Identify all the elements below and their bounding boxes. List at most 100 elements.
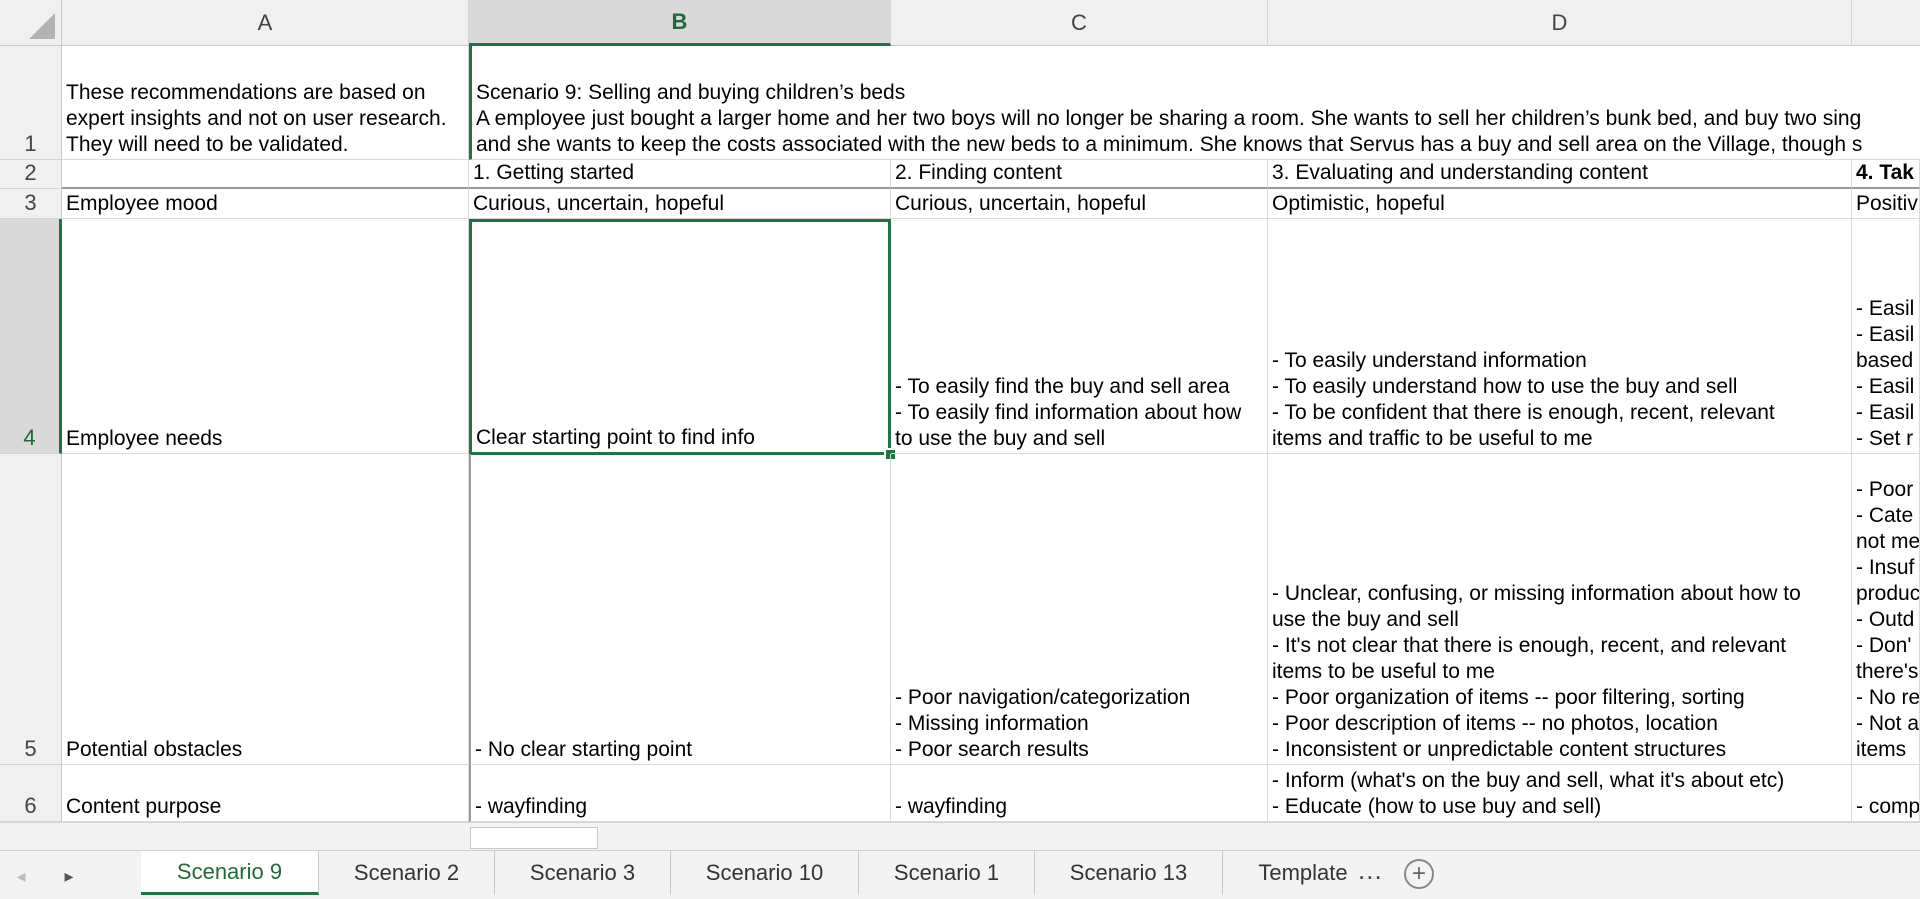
tab-scenario-13[interactable]: Scenario 13	[1035, 851, 1223, 895]
cell-text: - comp	[1856, 795, 1920, 818]
cell-line: - Missing information	[895, 712, 1089, 735]
cell-a5[interactable]: Potential obstacles	[62, 454, 469, 765]
cell-line: items to be useful to me	[1272, 660, 1495, 683]
column-header-c[interactable]: C	[891, 0, 1268, 46]
select-all-corner[interactable]	[0, 0, 62, 46]
cell-e5[interactable]: - Poor - Cate not me - Insuf produc - Ou…	[1852, 454, 1920, 765]
horizontal-scrollbar[interactable]	[0, 822, 1920, 851]
cell-line: - No re	[1856, 686, 1920, 709]
tab-scenario-1[interactable]: Scenario 1	[859, 851, 1035, 895]
sheet-tab-bar: ◂ ▸ Scenario 9 Scenario 2 Scenario 3 Sce…	[0, 850, 1920, 899]
cell-c6[interactable]: - wayfinding	[891, 765, 1268, 822]
cell-line: They will need to be validated.	[66, 133, 349, 156]
tab-scenario-3[interactable]: Scenario 3	[495, 851, 671, 895]
cell-d4[interactable]: - To easily understand information - To …	[1268, 219, 1852, 454]
cell-line: - It's not clear that there is enough, r…	[1272, 634, 1787, 657]
cell-line: - Poor	[1856, 478, 1914, 501]
tab-scenario-9[interactable]: Scenario 9	[141, 851, 319, 895]
cell-line: - To easily find the buy and sell area	[895, 375, 1230, 398]
cell-d5[interactable]: - Unclear, confusing, or missing informa…	[1268, 454, 1852, 765]
cell-c5[interactable]: - Poor navigation/categorization - Missi…	[891, 454, 1268, 765]
cell-line: - Poor search results	[895, 738, 1089, 761]
cell-text: Curious, uncertain, hopeful	[473, 192, 724, 215]
row-header-4[interactable]: 4	[0, 219, 62, 454]
prev-sheet-icon[interactable]: ◂	[6, 861, 36, 891]
scrollbar-thumb[interactable]	[470, 827, 598, 849]
cell-text: - wayfinding	[895, 795, 1008, 818]
cell-line: there's	[1856, 660, 1919, 683]
cell-line: based	[1856, 349, 1914, 372]
cell-line: not me	[1856, 530, 1920, 553]
more-sheets-icon[interactable]: ...	[1358, 855, 1383, 886]
cell-line: and she wants to keep the costs associat…	[476, 133, 1863, 156]
cell-line: A employee just bought a larger home and…	[476, 107, 1862, 130]
cell-e3[interactable]: Positiv	[1852, 189, 1920, 219]
cell-text: 2. Finding content	[895, 161, 1062, 184]
cell-b4-selected[interactable]: Clear starting point to find info	[469, 219, 891, 455]
cell-b2[interactable]: 1. Getting started	[469, 160, 891, 189]
cell-line: - To easily find information about how	[895, 401, 1242, 424]
cell-line: - Easil	[1856, 375, 1915, 398]
cell-text: 1. Getting started	[473, 161, 635, 184]
cell-text: - No clear starting point	[475, 738, 693, 761]
cell-line: produc	[1856, 582, 1920, 605]
cell-line: - Easil	[1856, 401, 1915, 424]
row-header-3[interactable]: 3	[0, 189, 62, 219]
cell-a6[interactable]: Content purpose	[62, 765, 469, 822]
cell-a2[interactable]	[62, 160, 469, 189]
cell-b5[interactable]: - No clear starting point	[469, 454, 891, 765]
cell-text: Employee needs	[66, 427, 223, 450]
cell-line: expert insights and not on user research…	[66, 107, 447, 130]
column-header-e[interactable]	[1852, 0, 1920, 46]
cell-line: use the buy and sell	[1272, 608, 1459, 631]
cell-line: - Inform (what's on the buy and sell, wh…	[1272, 769, 1785, 792]
cell-line: - Easil	[1856, 323, 1915, 346]
tab-scenario-2[interactable]: Scenario 2	[319, 851, 495, 895]
cell-line: - Poor organization of items -- poor fil…	[1272, 686, 1745, 709]
row-header-2[interactable]: 2	[0, 160, 62, 189]
cell-line: - Unclear, confusing, or missing informa…	[1272, 582, 1801, 605]
cell-d2[interactable]: 3. Evaluating and understanding content	[1268, 160, 1852, 189]
cell-line: - Insuf	[1856, 556, 1915, 579]
cell-c4[interactable]: - To easily find the buy and sell area -…	[891, 219, 1268, 454]
cell-line: items	[1856, 738, 1907, 761]
cell-line: - Outd	[1856, 608, 1915, 631]
column-header-b[interactable]: B	[469, 0, 891, 46]
column-header-d[interactable]: D	[1268, 0, 1852, 46]
cell-d6[interactable]: - Inform (what's on the buy and sell, wh…	[1268, 765, 1852, 822]
cell-line: - Inconsistent or unpredictable content …	[1272, 738, 1727, 761]
cell-b6[interactable]: - wayfinding	[469, 765, 891, 822]
cell-line: - Poor description of items -- no photos…	[1272, 712, 1718, 735]
cell-line: - Poor navigation/categorization	[895, 686, 1191, 709]
cell-text: Potential obstacles	[66, 738, 243, 761]
cell-text: Content purpose	[66, 795, 222, 818]
row-header-5[interactable]: 5	[0, 454, 62, 765]
cell-e6[interactable]: - comp	[1852, 765, 1920, 822]
cell-text: Curious, uncertain, hopeful	[895, 192, 1146, 215]
add-sheet-icon[interactable]: +	[1404, 859, 1434, 889]
cell-b1[interactable]: Scenario 9: Selling and buying children’…	[469, 46, 1920, 160]
cell-line: Scenario 9: Selling and buying children’…	[476, 81, 906, 104]
cell-e2[interactable]: 4. Tak	[1852, 160, 1920, 189]
cell-line: - To be confident that there is enough, …	[1272, 401, 1775, 424]
cell-line: - Cate	[1856, 504, 1914, 527]
cell-a4[interactable]: Employee needs	[62, 219, 469, 454]
cell-a1[interactable]: These recommendations are based on exper…	[62, 46, 469, 160]
cell-c2[interactable]: 2. Finding content	[891, 160, 1268, 189]
cell-d3[interactable]: Optimistic, hopeful	[1268, 189, 1852, 219]
tab-scenario-10[interactable]: Scenario 10	[671, 851, 859, 895]
row-header-1[interactable]: 1	[0, 46, 62, 160]
cell-text: - wayfinding	[475, 795, 588, 818]
cell-text: 3. Evaluating and understanding content	[1272, 161, 1648, 184]
row-header-6[interactable]: 6	[0, 765, 62, 822]
cell-text: Optimistic, hopeful	[1272, 192, 1445, 215]
cell-line: These recommendations are based on	[66, 81, 426, 104]
cell-text: Employee mood	[66, 192, 218, 215]
cell-b3[interactable]: Curious, uncertain, hopeful	[469, 189, 891, 219]
column-header-a[interactable]: A	[62, 0, 469, 46]
cell-c3[interactable]: Curious, uncertain, hopeful	[891, 189, 1268, 219]
cell-a3[interactable]: Employee mood	[62, 189, 469, 219]
cell-e4[interactable]: - Easil - Easil based - Easil - Easil - …	[1852, 219, 1920, 454]
cell-line: - To easily understand how to use the bu…	[1272, 375, 1738, 398]
next-sheet-icon[interactable]: ▸	[54, 861, 84, 891]
